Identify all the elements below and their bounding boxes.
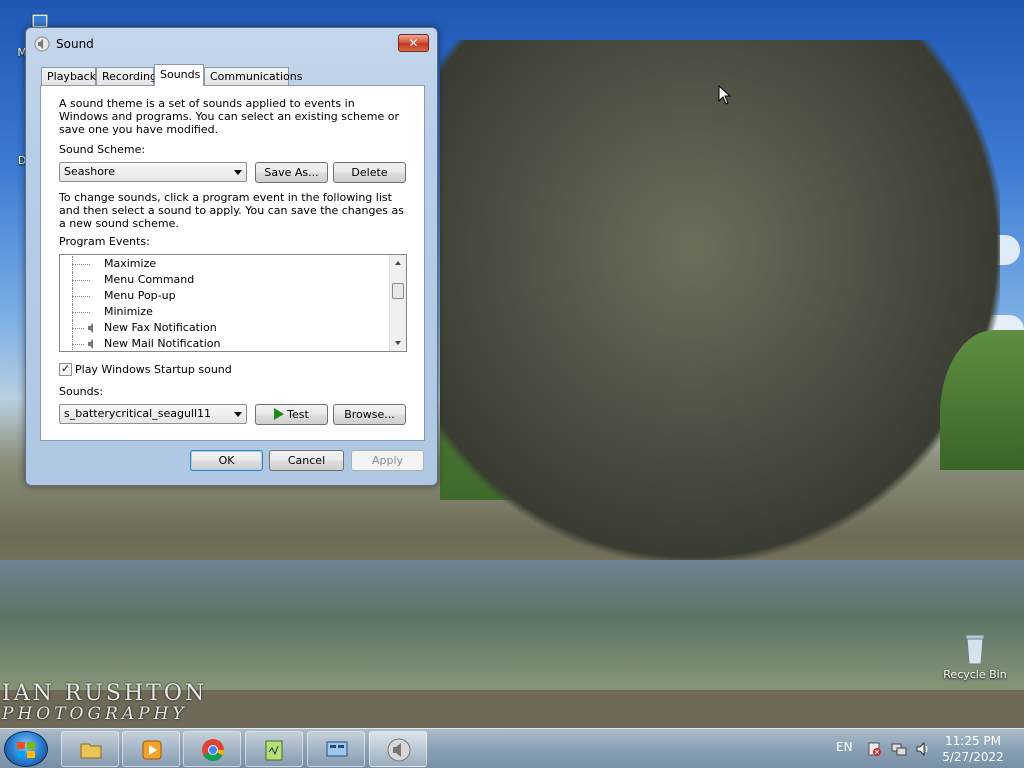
speaker-icon — [88, 339, 93, 349]
delete-button[interactable]: Delete — [333, 162, 406, 183]
sounds-label: Sounds: — [59, 385, 104, 398]
ok-button[interactable]: OK — [190, 450, 263, 471]
sounds-dropdown[interactable]: s_batterycritical_seagull11 — [59, 404, 247, 424]
event-label: Maximize — [104, 257, 157, 270]
chevron-down-icon — [234, 170, 242, 175]
tab-recording[interactable]: Recording — [96, 67, 157, 86]
desktop-icon-recycle-bin[interactable]: Recycle Bin — [940, 632, 1010, 681]
volume-icon[interactable] — [915, 741, 931, 757]
event-label: New Mail Notification — [104, 337, 221, 350]
event-label: Menu Command — [104, 273, 195, 286]
taskbar: EN 11:25 PM 5/27/2022 — [0, 728, 1024, 768]
startup-sound-checkbox[interactable] — [59, 362, 72, 376]
chevron-down-icon — [234, 412, 242, 417]
event-label: Menu Pop-up — [104, 289, 176, 302]
scroll-thumb[interactable] — [392, 283, 404, 299]
startup-sound-label: Play Windows Startup sound — [75, 363, 232, 376]
list-item[interactable]: Menu Command — [60, 272, 390, 288]
start-button[interactable] — [4, 731, 48, 767]
explorer-icon — [80, 743, 102, 759]
event-label: New Fax Notification — [104, 321, 217, 334]
taskbar-control-panel[interactable] — [307, 731, 365, 767]
title-bar[interactable]: Sound ✕ — [26, 28, 437, 58]
network-icon[interactable] — [891, 741, 907, 757]
taskbar-chrome[interactable] — [183, 731, 241, 767]
theme-description: A sound theme is a set of sounds applied… — [59, 97, 400, 136]
media-player-icon — [142, 740, 162, 760]
speaker-icon — [34, 36, 50, 52]
event-label: Minimize — [104, 305, 153, 318]
clock-date: 5/27/2022 — [942, 750, 1004, 764]
recycle-bin-icon — [965, 634, 985, 665]
taskbar-explorer[interactable] — [61, 731, 119, 767]
taskbar-notepad[interactable] — [245, 731, 303, 767]
test-button[interactable]: Test — [255, 404, 328, 425]
list-item[interactable]: New Fax Notification — [60, 320, 390, 336]
sounds-tab-panel: A sound theme is a set of sounds applied… — [40, 85, 425, 441]
tab-sounds[interactable]: Sounds — [154, 64, 204, 86]
list-item[interactable]: New Mail Notification — [60, 336, 390, 351]
close-icon: ✕ — [408, 36, 419, 50]
list-item[interactable]: Maximize — [60, 256, 390, 272]
chrome-icon — [202, 739, 224, 761]
action-center-icon[interactable] — [866, 741, 882, 757]
watermark-line1: IAN RUSHTON — [2, 681, 208, 706]
language-indicator[interactable]: EN — [836, 740, 853, 754]
mouse-cursor-icon — [718, 85, 732, 105]
save-as-button[interactable]: Save As... — [255, 162, 328, 183]
list-item[interactable]: Minimize — [60, 304, 390, 320]
test-label: Test — [287, 408, 309, 421]
tab-playback[interactable]: Playback — [41, 67, 96, 86]
windows-logo-icon — [17, 742, 35, 758]
sound-value: s_batterycritical_seagull11 — [64, 407, 212, 420]
sound-dialog: Sound ✕ Playback Recording Sounds Commun… — [25, 27, 438, 486]
taskbar-media-player[interactable] — [122, 731, 180, 767]
tab-communications[interactable]: Communications — [204, 67, 302, 86]
vertical-scrollbar[interactable] — [389, 255, 406, 351]
apply-button[interactable]: Apply — [351, 450, 424, 471]
sound-scheme-dropdown[interactable]: Seashore — [59, 162, 247, 182]
close-button[interactable]: ✕ — [398, 34, 429, 52]
program-events-list[interactable]: Maximize Menu Command Menu Pop-up Minimi… — [59, 254, 407, 352]
window-title: Sound — [56, 37, 94, 51]
control-panel-icon — [326, 741, 348, 757]
scroll-up-icon[interactable] — [395, 261, 401, 265]
taskbar-sound[interactable] — [369, 731, 427, 767]
scroll-down-icon[interactable] — [395, 341, 401, 345]
scheme-value: Seashore — [64, 165, 115, 178]
clock-time: 11:25 PM — [945, 734, 1001, 748]
notepad-icon — [265, 740, 283, 761]
sound-icon — [387, 738, 411, 762]
browse-button[interactable]: Browse... — [333, 404, 406, 425]
photographer-watermark: IAN RUSHTON PHOTOGRAPHY — [2, 681, 208, 725]
watermark-line2: PHOTOGRAPHY — [2, 704, 188, 724]
scheme-label: Sound Scheme: — [59, 143, 146, 156]
system-clock[interactable]: 11:25 PM 5/27/2022 — [930, 733, 1016, 765]
play-icon — [274, 408, 285, 420]
speaker-icon — [88, 323, 93, 333]
desktop-icon-label: Recycle Bin — [943, 668, 1007, 681]
cancel-button[interactable]: Cancel — [269, 450, 344, 471]
list-item[interactable]: Menu Pop-up — [60, 288, 390, 304]
program-events-label: Program Events: — [59, 235, 150, 248]
change-sounds-text: To change sounds, click a program event … — [59, 191, 404, 230]
